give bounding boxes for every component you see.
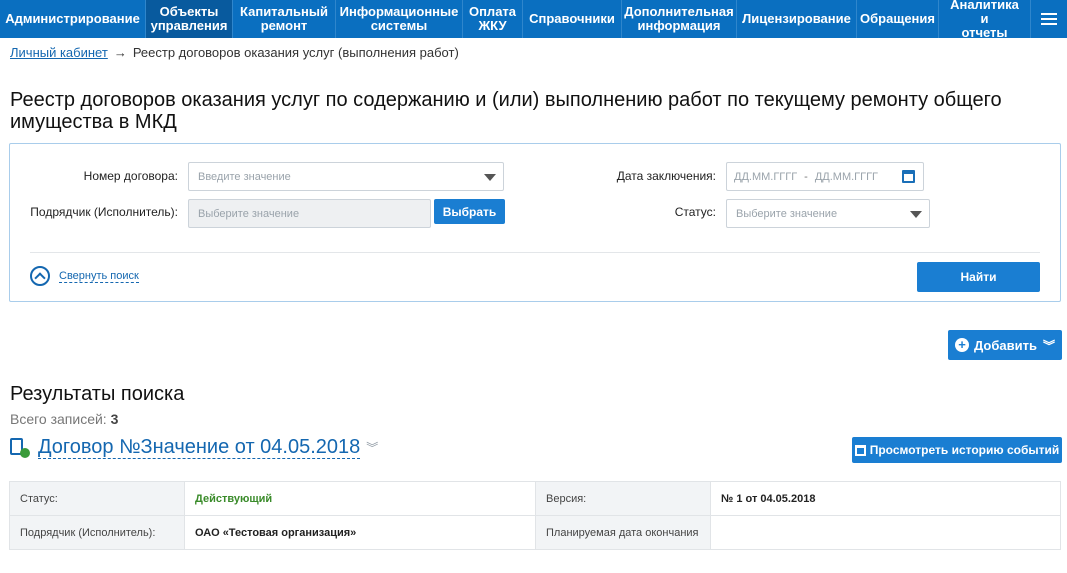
dropdown-arrow-icon [910, 211, 922, 218]
chevron-up-icon [30, 266, 50, 286]
nav-item-licensing[interactable]: Лицензирование [737, 0, 857, 38]
nav-item-analytics-reports[interactable]: Аналитика и отчеты [939, 0, 1031, 40]
contractor-value: ОАО «Тестовая организация» [184, 515, 536, 550]
add-button[interactable]: + Добавить ︾ [948, 330, 1062, 360]
date-to-placeholder: ДД.ММ.ГГГГ [814, 170, 879, 183]
contract-details-table: Статус: Действующий Версия: № 1 от 04.05… [9, 481, 1061, 550]
status-select[interactable]: Выберите значение [726, 199, 930, 228]
contractor-label: Подрядчик (Исполнитель): [30, 205, 178, 219]
status-placeholder: Выберите значение [736, 207, 838, 220]
contractor-input[interactable]: Выберите значение [188, 199, 431, 228]
total-records-count: 3 [110, 411, 119, 427]
view-history-label: Просмотреть историю событий [869, 443, 1060, 457]
search-divider [30, 252, 1040, 253]
plus-circle-icon: + [955, 338, 969, 352]
view-history-button[interactable]: Просмотреть историю событий [852, 437, 1062, 463]
version-value: № 1 от 04.05.2018 [710, 481, 1061, 516]
breadcrumb-arrow: → [113, 45, 127, 60]
date-from-placeholder: ДД.ММ.ГГГГ [734, 170, 798, 183]
breadcrumb-home-link[interactable]: Личный кабинет [10, 45, 108, 60]
status-value: Действующий [184, 481, 536, 516]
calendar-icon[interactable] [902, 170, 915, 183]
contract-title-link[interactable]: Договор №Значение от 04.05.2018 [38, 436, 361, 459]
version-key: Версия: [535, 481, 711, 516]
total-records: Всего записей: 3 [10, 411, 118, 427]
nav-item-management-objects[interactable]: Объекты управления [146, 0, 233, 38]
collapse-search-toggle[interactable]: Свернуть поиск [30, 266, 139, 286]
search-panel: Номер договора: Введите значение Подрядч… [9, 143, 1061, 302]
planned-end-key: Планируемая дата окончания [535, 515, 711, 550]
chevron-down-icon[interactable]: ︾ [366, 439, 378, 456]
contract-number-input[interactable]: Введите значение [188, 162, 504, 191]
contract-document-icon [10, 437, 30, 458]
date-separator: - [804, 170, 808, 183]
contract-number-label: Номер договора: [83, 169, 178, 183]
table-row: Статус: Действующий Версия: № 1 от 04.05… [9, 481, 1061, 516]
add-button-label: Добавить [974, 337, 1037, 353]
contract-number-placeholder: Введите значение [198, 170, 291, 183]
nav-item-appeals[interactable]: Обращения [857, 0, 939, 38]
contract-header: Договор №Значение от 04.05.2018 ︾ [10, 436, 378, 459]
contractor-placeholder: Выберите значение [198, 207, 300, 220]
breadcrumb-current: Реестр договоров оказания услуг (выполне… [132, 45, 459, 60]
planned-end-value [710, 515, 1061, 550]
collapse-search-label: Свернуть поиск [59, 269, 139, 283]
status-label: Статус: [674, 205, 716, 219]
calendar-icon [854, 444, 866, 456]
hamburger-icon [1041, 13, 1057, 25]
nav-item-directories[interactable]: Справочники [523, 0, 622, 38]
top-navigation: Администрирование Объекты управления Кап… [0, 0, 1067, 40]
find-button[interactable]: Найти [917, 262, 1040, 292]
status-key: Статус: [9, 481, 185, 516]
date-label: Дата заключения: [616, 169, 716, 183]
total-records-label: Всего записей: [10, 411, 107, 427]
table-row: Подрядчик (Исполнитель): ОАО «Тестовая о… [9, 515, 1061, 550]
breadcrumb: Личный кабинет → Реестр договоров оказан… [10, 45, 459, 60]
nav-item-housing-payment[interactable]: Оплата ЖКУ [463, 0, 523, 38]
nav-item-additional-info[interactable]: Дополнительная информация [622, 0, 737, 38]
nav-item-administration[interactable]: Администрирование [0, 0, 146, 38]
date-range-input[interactable]: ДД.ММ.ГГГГ - ДД.ММ.ГГГГ [726, 162, 924, 191]
menu-button[interactable] [1031, 0, 1067, 38]
nav-item-information-systems[interactable]: Информационные системы [336, 0, 463, 38]
results-title: Результаты поиска [10, 383, 185, 405]
select-contractor-button[interactable]: Выбрать [434, 199, 505, 224]
nav-item-capital-repair[interactable]: Капитальный ремонт [233, 0, 336, 38]
contractor-key: Подрядчик (Исполнитель): [9, 515, 185, 550]
dropdown-arrow-icon [484, 174, 496, 181]
double-chevron-down-icon: ︾ [1042, 338, 1055, 353]
page-title: Реестр договоров оказания услуг по содер… [10, 89, 1002, 133]
